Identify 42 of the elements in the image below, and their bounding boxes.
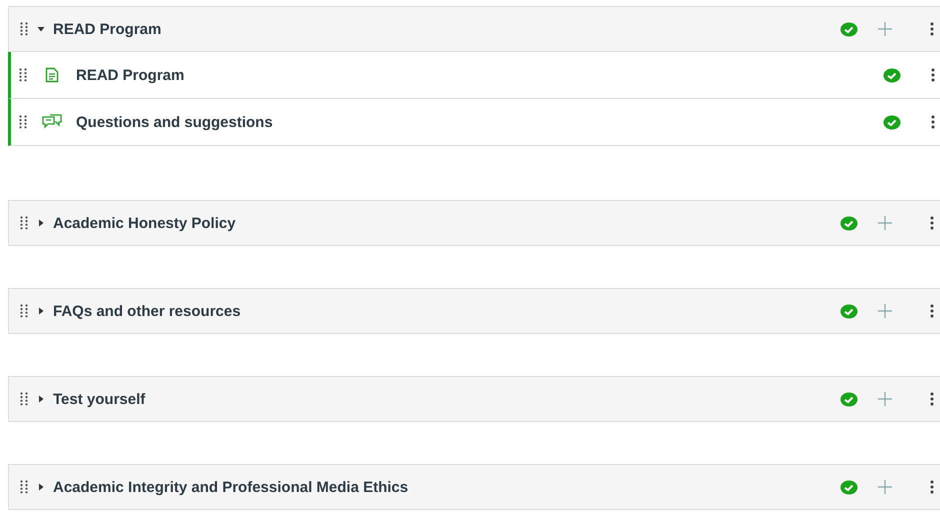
published-check-icon[interactable]	[883, 68, 901, 82]
caret-right-icon[interactable]	[37, 219, 45, 227]
module-header[interactable]: Test yourself	[8, 376, 940, 422]
module-header[interactable]: Academic Honesty Policy	[8, 200, 940, 246]
drag-handle-icon[interactable]	[20, 304, 28, 318]
module-title: Academic Integrity and Professional Media Ethics	[53, 478, 410, 496]
more-options-icon[interactable]	[930, 304, 934, 318]
caret-right-icon[interactable]	[37, 307, 45, 315]
published-check-icon[interactable]	[840, 480, 858, 494]
drag-handle-icon[interactable]	[20, 22, 28, 36]
document-icon	[45, 67, 59, 83]
module-title: Academic Honesty Policy	[53, 214, 237, 232]
module-title: READ Program	[53, 20, 162, 38]
chat-bubbles-icon	[42, 114, 62, 130]
item-title[interactable]: READ Program	[76, 66, 883, 84]
drag-handle-icon[interactable]	[19, 115, 27, 129]
module-header[interactable]: Academic Integrity and Professional Media Ethics	[8, 464, 940, 510]
module-header[interactable]: FAQs and other resources	[8, 288, 940, 334]
more-options-icon[interactable]	[930, 216, 934, 230]
module-item[interactable]: Questions and suggestions	[8, 99, 940, 146]
drag-handle-icon[interactable]	[20, 216, 28, 230]
caret-down-icon[interactable]	[37, 25, 45, 33]
published-check-icon[interactable]	[840, 216, 858, 230]
more-options-icon[interactable]	[931, 68, 935, 82]
caret-right-icon[interactable]	[37, 483, 45, 491]
more-options-icon[interactable]	[930, 22, 934, 36]
published-check-icon[interactable]	[840, 392, 858, 406]
module-title: Test yourself	[53, 390, 146, 408]
published-check-icon[interactable]	[840, 22, 858, 36]
module-header[interactable]: READ Program	[8, 6, 940, 52]
drag-handle-icon[interactable]	[20, 480, 28, 494]
more-options-icon[interactable]	[930, 392, 934, 406]
published-check-icon[interactable]	[883, 114, 901, 130]
caret-right-icon[interactable]	[37, 395, 45, 403]
more-options-icon[interactable]	[931, 115, 935, 129]
drag-handle-icon[interactable]	[19, 68, 27, 82]
more-options-icon[interactable]	[930, 480, 934, 494]
drag-handle-icon[interactable]	[20, 392, 28, 406]
published-check-icon[interactable]	[840, 304, 858, 318]
module-title: FAQs and other resources	[53, 302, 242, 320]
module-item[interactable]: READ Program	[8, 52, 940, 99]
item-title[interactable]: Questions and suggestions	[76, 114, 883, 130]
